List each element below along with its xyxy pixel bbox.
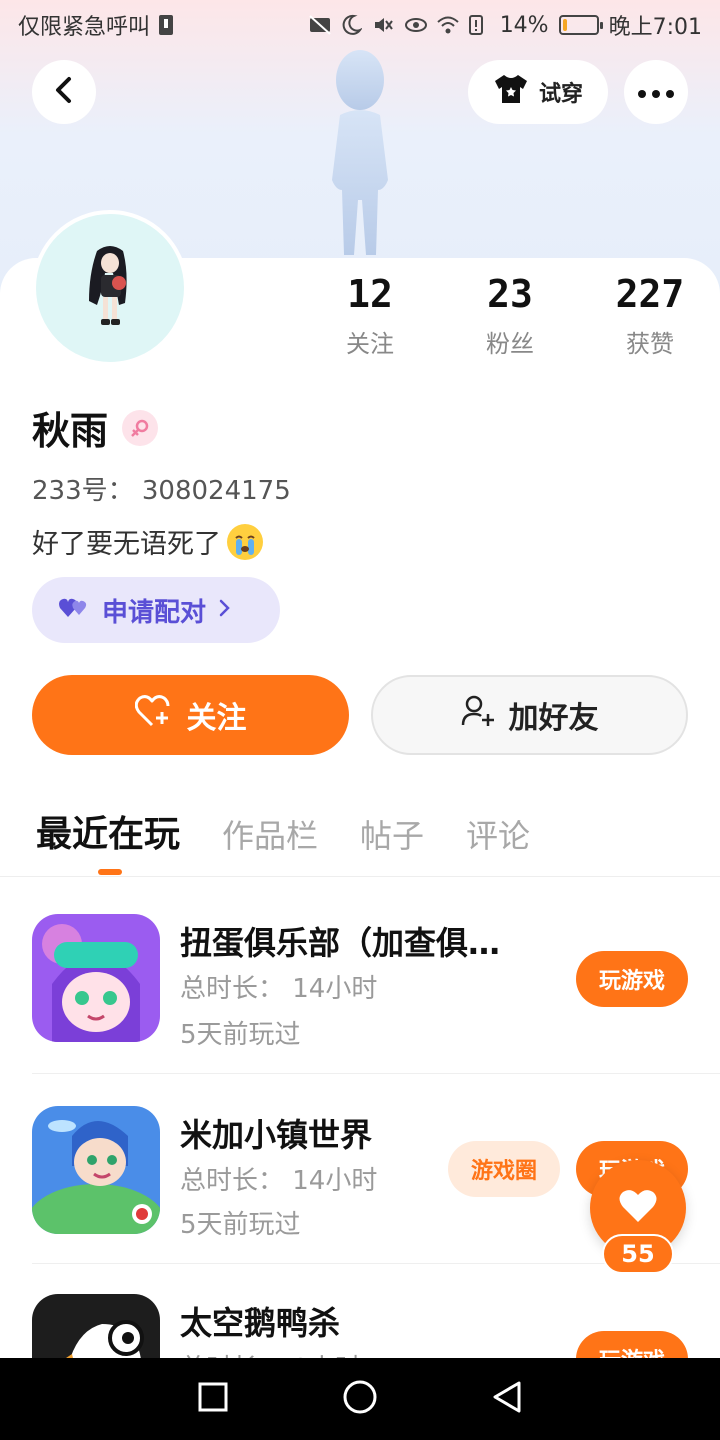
game-duration: 总时长： 8小时 [180, 1348, 361, 1358]
mute-icon [372, 14, 394, 36]
battery-icon [558, 15, 603, 35]
more-options-button[interactable] [624, 60, 688, 124]
follow-label: 关注 [186, 701, 247, 736]
status-bar: 仅限紧急呼叫 14% 晚上7:01 [0, 0, 720, 50]
follow-button[interactable]: 关注 [32, 675, 349, 755]
add-user-icon [461, 694, 495, 736]
moon-icon [340, 14, 363, 36]
back-triangle-icon[interactable] [491, 1380, 523, 1418]
game-list-item[interactable]: 太空鹅鸭杀 总时长： 8小时 玩游戏 [32, 1294, 688, 1358]
battery-alert-icon [468, 14, 490, 36]
stat-followers-label: 粉丝 [486, 330, 534, 358]
game-title: 太空鹅鸭杀 [180, 1304, 341, 1342]
sim-icon [158, 14, 180, 36]
recent-apps-square-icon[interactable] [197, 1381, 229, 1417]
more-dots-icon [638, 83, 674, 102]
play-game-button[interactable]: 玩游戏 [576, 1331, 688, 1358]
try-on-label: 试穿 [538, 82, 583, 107]
battery-level-fill [562, 19, 567, 31]
chevron-right-icon [218, 595, 232, 625]
add-friend-button[interactable]: 加好友 [371, 675, 688, 755]
game-last-played: 5天前玩过 [180, 1210, 301, 1240]
profile-stats: 12 关注 23 粉丝 227 获赞 [300, 272, 720, 359]
stat-likes-value: 227 [615, 272, 685, 316]
avatar-character-image [89, 246, 127, 325]
active-tab-indicator [98, 869, 122, 875]
apply-match-button[interactable]: 申请配对 [32, 577, 280, 643]
female-gender-icon [122, 409, 159, 446]
floating-like-count: 55 [602, 1234, 674, 1274]
no-sim-icon [308, 14, 331, 36]
nickname-row: 秋雨 [32, 400, 159, 455]
game-duration: 总时长： 14小时 [180, 1166, 378, 1196]
play-game-button[interactable]: 玩游戏 [576, 951, 688, 1007]
game-circle-button[interactable]: 游戏圈 [448, 1141, 560, 1197]
game-duration: 总时长： 14小时 [180, 974, 378, 1004]
clock-time: 晚上7:01 [608, 15, 702, 40]
game-icon-goose-goose-duck[interactable] [32, 1294, 160, 1358]
crying-face-icon [227, 523, 263, 560]
stat-following-label: 关注 [346, 330, 394, 358]
add-friend-label: 加好友 [508, 701, 599, 736]
stat-followers-value: 23 [487, 272, 533, 316]
profile-tabs: 最近在玩 作品栏 帖子 评论 [36, 805, 530, 857]
chevron-left-icon [52, 76, 76, 108]
stat-followers[interactable]: 23 粉丝 [440, 272, 580, 359]
game-title: 扭蛋俱乐部（加查俱… [180, 924, 501, 962]
bio: 好了要无语死了 [32, 522, 263, 561]
tab-recently-played[interactable]: 最近在玩 [36, 805, 180, 857]
tab-comments[interactable]: 评论 [466, 811, 530, 857]
tshirt-icon [493, 73, 529, 111]
game-icon-gacha-club[interactable] [32, 914, 160, 1042]
game-icon-miga-world[interactable] [32, 1106, 160, 1234]
stat-following-value: 12 [347, 272, 393, 316]
stat-following[interactable]: 12 关注 [300, 272, 440, 359]
bio-text: 好了要无语死了 [32, 529, 221, 560]
tab-works[interactable]: 作品栏 [222, 811, 318, 857]
tab-posts[interactable]: 帖子 [360, 811, 424, 857]
emergency-calls-text: 仅限紧急呼叫 [18, 15, 151, 40]
row-divider [32, 1073, 720, 1074]
heart-plus-icon [134, 694, 173, 736]
nickname: 秋雨 [32, 409, 109, 453]
stat-likes-label: 获赞 [626, 330, 674, 358]
system-navigation-bar [0, 1358, 720, 1440]
tabs-divider [0, 876, 720, 877]
wifi-icon [436, 14, 459, 36]
apply-match-label: 申请配对 [102, 597, 207, 628]
home-circle-icon[interactable] [342, 1379, 378, 1419]
back-button[interactable] [32, 60, 96, 124]
hearts-icon [58, 595, 90, 626]
game-list-item[interactable]: 米加小镇世界 总时长： 14小时 5天前玩过 游戏圈 玩游戏 [32, 1106, 688, 1286]
game-list-item[interactable]: 扭蛋俱乐部（加查俱… 总时长： 14小时 5天前玩过 玩游戏 [32, 914, 688, 1094]
stat-likes[interactable]: 227 获赞 [580, 272, 720, 359]
eye-icon [404, 14, 427, 36]
heart-icon [618, 1188, 658, 1228]
avatar-figure-image [332, 50, 388, 255]
try-on-button[interactable]: 试穿 [468, 60, 608, 124]
game-last-played: 5天前玩过 [180, 1020, 301, 1050]
battery-percent: 14% [499, 12, 549, 38]
user-id: 233号： 308024175 [32, 476, 291, 506]
avatar[interactable] [32, 210, 188, 366]
